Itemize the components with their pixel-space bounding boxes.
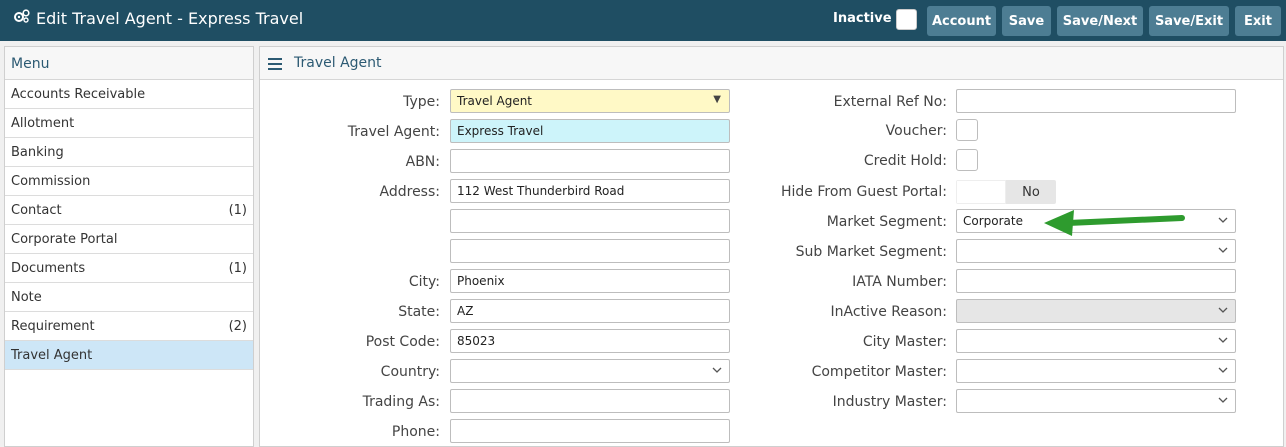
inactive-reason-label: InActive Reason: (830, 304, 948, 320)
save-exit-button[interactable]: Save/Exit (1149, 6, 1229, 36)
inactive-checkbox[interactable] (896, 9, 917, 30)
menu-item-count: (1) (228, 203, 247, 218)
post-code-label: Post Code: (365, 334, 440, 350)
competitor-master-label: Competitor Master: (811, 364, 947, 380)
country-select[interactable] (450, 359, 730, 383)
menu-item-label: Note (11, 290, 42, 305)
menu-item-accounts-receivable[interactable]: Accounts Receivable (5, 80, 253, 109)
market-segment-label: Market Segment: (826, 214, 947, 230)
credit-hold-checkbox[interactable] (956, 149, 978, 171)
city-master-label: City Master: (862, 334, 947, 350)
type-select[interactable]: Travel Agent ▼ (450, 89, 730, 113)
menu-item-label: Accounts Receivable (11, 87, 146, 102)
exit-button[interactable]: Exit (1235, 6, 1281, 36)
inactive-label: Inactive (833, 11, 892, 26)
trading-as-field[interactable] (450, 389, 730, 413)
industry-master-select[interactable] (956, 389, 1236, 413)
side-menu: Menu Accounts Receivable Allotment Banki… (4, 46, 254, 447)
menu-item-count: (2) (228, 319, 247, 334)
hide-guest-portal-toggle[interactable]: No (956, 180, 1056, 204)
menu-item-count: (1) (228, 261, 247, 276)
state-label: State: (398, 304, 440, 320)
post-code-field[interactable]: 85023 (450, 329, 730, 353)
inactive-reason-select[interactable] (956, 299, 1236, 323)
abn-label: ABN: (405, 154, 440, 170)
menu-item-note[interactable]: Note (5, 283, 253, 312)
city-master-select[interactable] (956, 329, 1236, 353)
menu-item-label: Allotment (11, 116, 75, 131)
credit-hold-label: Credit Hold: (863, 153, 947, 169)
sub-market-segment-label: Sub Market Segment: (795, 244, 947, 260)
save-button[interactable]: Save (1002, 6, 1051, 36)
iata-number-field[interactable] (956, 269, 1236, 293)
menu-item-commission[interactable]: Commission (5, 167, 253, 196)
page-title-container: Edit Travel Agent - Express Travel (14, 9, 303, 29)
menu-item-label: Corporate Portal (11, 232, 118, 247)
menu-item-label: Commission (11, 174, 91, 189)
address-label: Address: (379, 184, 440, 200)
address-line1-field[interactable]: 112 West Thunderbird Road (450, 179, 730, 203)
menu-item-travel-agent[interactable]: Travel Agent (5, 341, 253, 370)
market-segment-value: Corporate (963, 214, 1023, 228)
menu-item-corporate-portal[interactable]: Corporate Portal (5, 225, 253, 254)
menu-item-label: Requirement (11, 319, 95, 334)
voucher-checkbox[interactable] (956, 119, 978, 141)
chevron-down-icon (1218, 337, 1228, 343)
type-label: Type: (403, 94, 440, 110)
phone-label: Phone: (391, 424, 440, 440)
save-next-button[interactable]: Save/Next (1057, 6, 1143, 36)
sub-market-segment-select[interactable] (956, 239, 1236, 263)
menu-item-label: Documents (11, 261, 86, 276)
menu-item-contact[interactable]: Contact (1) (5, 196, 253, 225)
toggle-off-segment (956, 180, 1006, 204)
gears-icon (14, 9, 30, 29)
menu-title: Menu (5, 47, 253, 80)
trading-as-label: Trading As: (362, 394, 440, 410)
page-title: Edit Travel Agent - Express Travel (36, 9, 304, 28)
chevron-down-icon (1218, 367, 1228, 373)
external-ref-field[interactable] (956, 89, 1236, 113)
top-bar: Edit Travel Agent - Express Travel Inact… (0, 0, 1286, 41)
account-button[interactable]: Account (927, 6, 996, 36)
city-label: City: (408, 274, 440, 290)
menu-item-label: Banking (11, 145, 64, 160)
hide-guest-portal-label: Hide From Guest Portal: (780, 184, 947, 200)
iata-number-label: IATA Number: (852, 274, 947, 290)
city-field[interactable]: Phoenix (450, 269, 730, 293)
voucher-label: Voucher: (885, 123, 947, 139)
panel-header: Travel Agent (260, 47, 1283, 80)
chevron-down-icon (1218, 397, 1228, 403)
competitor-master-select[interactable] (956, 359, 1236, 383)
menu-item-requirement[interactable]: Requirement (2) (5, 312, 253, 341)
address-line2-field[interactable] (450, 209, 730, 233)
external-ref-label: External Ref No: (833, 94, 947, 110)
menu-item-label: Travel Agent (11, 348, 93, 363)
hamburger-icon[interactable] (268, 55, 282, 73)
panel-title: Travel Agent (294, 55, 382, 71)
green-arrow-icon (1044, 210, 1185, 236)
state-field[interactable]: AZ (450, 299, 730, 323)
abn-field[interactable] (450, 149, 730, 173)
caret-down-icon: ▼ (713, 94, 721, 105)
chevron-down-icon (712, 367, 722, 373)
chevron-down-icon (1218, 247, 1228, 253)
toggle-value: No (1006, 180, 1056, 204)
chevron-down-icon (1218, 217, 1228, 223)
menu-item-allotment[interactable]: Allotment (5, 109, 253, 138)
address-line3-field[interactable] (450, 239, 730, 263)
industry-master-label: Industry Master: (832, 394, 947, 410)
type-value: Travel Agent (457, 94, 533, 108)
menu-item-documents[interactable]: Documents (1) (5, 254, 253, 283)
travel-agent-field[interactable]: Express Travel (450, 119, 730, 143)
menu-item-banking[interactable]: Banking (5, 138, 253, 167)
menu-item-label: Contact (11, 203, 62, 218)
chevron-down-icon (1218, 307, 1228, 313)
country-label: Country: (380, 364, 440, 380)
travel-agent-label: Travel Agent: (347, 124, 440, 140)
phone-field[interactable] (450, 419, 730, 443)
